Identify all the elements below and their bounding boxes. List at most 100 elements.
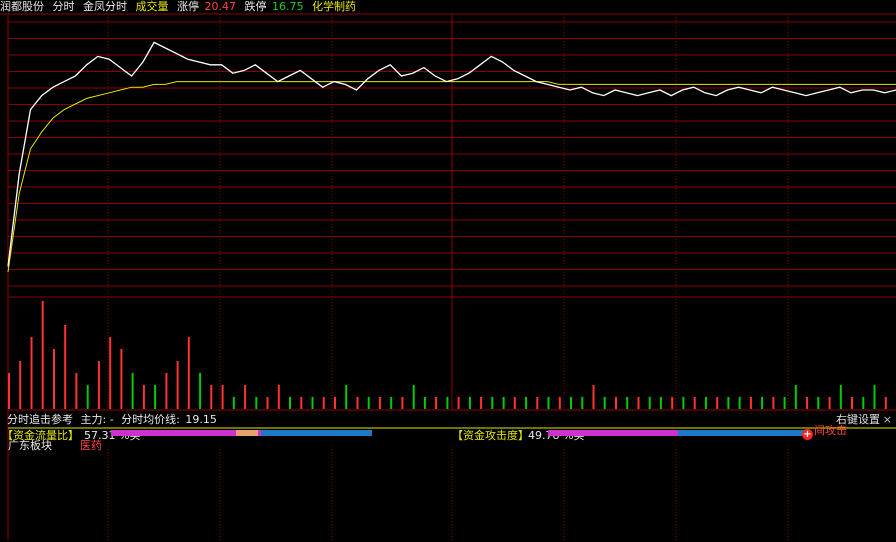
volume-bar: [423, 397, 426, 409]
volume-bar: [637, 397, 640, 409]
volume-bar: [693, 397, 696, 409]
volume-bar: [839, 385, 842, 409]
volume-bar: [356, 397, 359, 409]
volume-bar: [862, 397, 865, 409]
volume-bar: [97, 361, 100, 409]
volume-bar: [806, 397, 809, 409]
volume-bar: [8, 373, 10, 409]
volume-bar: [30, 337, 33, 409]
main-force-label: 主力: -: [80, 413, 114, 426]
volume-bar: [322, 397, 325, 409]
limit-down-label: 跌停: [244, 0, 267, 13]
attack-sell-bar: [678, 430, 810, 436]
volume-bar: [142, 385, 145, 409]
volume-bar: [480, 397, 483, 409]
volume-bar: [525, 397, 528, 409]
volume-bar: [446, 397, 449, 409]
attack-label: 【资金攻击度】: [452, 429, 529, 442]
limit-up-value: 20.47: [204, 0, 237, 13]
volume-bar: [783, 397, 786, 409]
volume-bar: [547, 397, 550, 409]
close-icon[interactable]: ×: [883, 413, 892, 426]
volume-bar: [75, 373, 78, 409]
volume-bar: [19, 361, 22, 409]
volume-bar: [176, 361, 179, 409]
volume-bar: [412, 385, 415, 409]
view-label[interactable]: 分时: [53, 0, 75, 13]
flow-ratio-marker: [236, 430, 258, 436]
volume-bar: [334, 397, 336, 409]
intraday-chart[interactable]: [0, 0, 896, 542]
indicator-bar: 分时追击参考 主力: - 分时均价线: 19.15: [0, 413, 896, 426]
volume-bar: [311, 397, 314, 409]
volume-bar: [749, 397, 752, 409]
volume-bar: [581, 397, 584, 409]
volume-bar: [120, 349, 123, 409]
volume-bar: [536, 397, 539, 409]
volume-bar: [615, 397, 617, 409]
volume-bar: [716, 397, 719, 409]
volume-bar: [603, 397, 606, 409]
chart-header: 润都股份 分时 金凤分时 成交量 涨停 20.47 跌停 16.75 化学制药: [0, 0, 896, 14]
volume-bar: [772, 397, 775, 409]
volume-bar: [513, 397, 516, 409]
volume-bar: [828, 397, 831, 409]
volume-bar: [221, 385, 224, 409]
volume-bar: [648, 397, 651, 409]
volume-bar: [199, 373, 202, 409]
limit-down-value: 16.75: [272, 0, 304, 13]
region-label[interactable]: 广东板块: [8, 440, 52, 452]
sector-label[interactable]: 化学制药: [312, 0, 356, 13]
volume-bar: [817, 397, 820, 409]
volume-bar: [592, 385, 595, 409]
attack-marker-icon[interactable]: +: [802, 429, 813, 440]
flow-ratio-sell-bar: [261, 430, 372, 436]
volume-bar: [345, 385, 348, 409]
volume-bar: [300, 397, 303, 409]
volume-bar: [626, 397, 629, 409]
stock-intraday-window: { "header": { "stock_name": "润都股份", "vie…: [0, 0, 896, 542]
volume-bar: [682, 397, 685, 409]
avg-line-label: 分时均价线:: [121, 413, 180, 426]
volume-bar: [64, 325, 67, 409]
volume-bar: [131, 373, 134, 409]
volume-bar: [794, 385, 797, 409]
volume-bar: [277, 385, 280, 409]
tag-label[interactable]: 医药: [80, 440, 102, 452]
limit-up-label: 涨停: [177, 0, 199, 13]
volume-bar: [704, 397, 707, 409]
volume-bar: [154, 385, 157, 409]
volume-bar: [401, 397, 404, 409]
indicator-label[interactable]: 金凤分时: [83, 0, 127, 13]
volume-bar: [41, 301, 44, 409]
indicator-name[interactable]: 分时追击参考: [7, 413, 73, 426]
volume-bar: [255, 397, 258, 409]
volume-label[interactable]: 成交量: [136, 0, 169, 13]
volume-bar: [86, 385, 89, 409]
volume-bar: [244, 385, 247, 409]
volume-bar: [761, 397, 764, 409]
volume-bar: [390, 397, 393, 409]
volume-bar: [558, 397, 561, 409]
volume-bar: [53, 349, 55, 409]
volume-bar: [109, 337, 112, 409]
attack-buy-bar: [548, 430, 678, 436]
volume-bar: [502, 397, 505, 409]
volume-bar: [367, 397, 370, 409]
attack-marker-label: 间攻击: [814, 424, 847, 437]
volume-bar: [210, 385, 213, 409]
stock-name[interactable]: 润都股份: [0, 0, 44, 13]
volume-bar: [232, 397, 235, 409]
volume-bar: [435, 397, 438, 409]
volume-bar: [266, 397, 269, 409]
volume-bar: [738, 397, 741, 409]
volume-bar: [659, 397, 662, 409]
volume-bar: [873, 385, 876, 409]
volume-bar: [468, 397, 471, 409]
volume-bar: [851, 397, 853, 409]
volume-bar: [727, 397, 730, 409]
volume-bar: [289, 397, 291, 409]
volume-bar: [165, 373, 168, 409]
volume-bar: [187, 337, 190, 409]
volume-bar: [570, 397, 572, 409]
